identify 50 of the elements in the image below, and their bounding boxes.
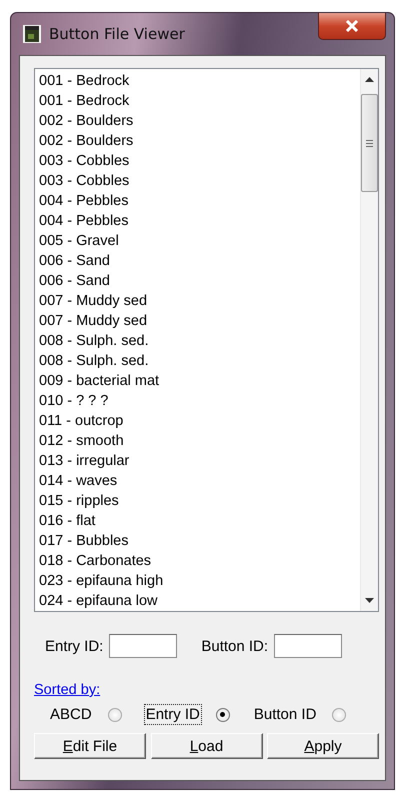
radio-button[interactable]	[216, 708, 230, 722]
scroll-thumb[interactable]	[361, 94, 378, 192]
list-item[interactable]: 003 - Cobbles	[39, 171, 356, 191]
list-item[interactable]: 017 - Bubbles	[39, 531, 356, 551]
list-item[interactable]: 006 - Sand	[39, 251, 356, 271]
scroll-up-icon[interactable]	[365, 77, 374, 82]
input-field[interactable]	[274, 634, 342, 658]
list-item[interactable]: 008 - Sulph. sed.	[39, 331, 356, 351]
list-item[interactable]: 016 - flat	[39, 511, 356, 531]
scroll-down-icon[interactable]	[365, 598, 374, 603]
push-button[interactable]: Edit File	[34, 733, 146, 759]
list-item[interactable]: 024 - epifauna low	[39, 591, 356, 611]
input-field[interactable]	[109, 634, 178, 658]
list-item[interactable]: 001 - Bedrock	[39, 91, 356, 111]
list-item[interactable]: 014 - waves	[39, 471, 356, 491]
radio-button[interactable]	[108, 708, 122, 722]
list-item[interactable]: 010 - ? ? ?	[39, 391, 356, 411]
list-item[interactable]: 003 - Cobbles	[39, 151, 356, 171]
scroll-bar[interactable]	[360, 69, 378, 611]
close-icon	[345, 20, 359, 32]
radio-label[interactable]: ABCD	[48, 704, 94, 725]
push-button[interactable]: Load	[150, 733, 262, 759]
list-item[interactable]: 011 - outcrop	[39, 411, 356, 431]
list-item[interactable]: 002 - Boulders	[39, 131, 356, 151]
list-item[interactable]: 004 - Pebbles	[39, 211, 356, 231]
list-item[interactable]: 018 - Carbonates	[39, 551, 356, 571]
list-item[interactable]: 001 - Bedrock	[39, 71, 356, 91]
field-label: Button ID:	[201, 638, 268, 654]
list-item[interactable]: 006 - Sand	[39, 271, 356, 291]
window-title: Button File Viewer	[49, 25, 185, 43]
field-label: Entry ID:	[45, 638, 104, 654]
radio-label[interactable]: Entry ID	[144, 704, 202, 725]
list-item[interactable]: 005 - Gravel	[39, 231, 356, 251]
list-box[interactable]	[34, 68, 379, 612]
push-button[interactable]: Apply	[267, 733, 379, 759]
list-item[interactable]: 023 - epifauna high	[39, 571, 356, 591]
list-item[interactable]: 007 - Muddy sed	[39, 311, 356, 331]
list-item[interactable]: 008 - Sulph. sed.	[39, 351, 356, 371]
list-item[interactable]: 012 - smooth	[39, 431, 356, 451]
list-item[interactable]: 004 - Pebbles	[39, 191, 356, 211]
sorted-by-link[interactable]: Sorted by:	[34, 682, 100, 698]
list-item[interactable]: 015 - ripples	[39, 491, 356, 511]
radio-button[interactable]	[332, 708, 346, 722]
list-item[interactable]: 009 - bacterial mat	[39, 371, 356, 391]
list-item[interactable]: 007 - Muddy sed	[39, 291, 356, 311]
list-item[interactable]: 013 - irregular	[39, 451, 356, 471]
app-icon	[23, 25, 41, 43]
radio-label[interactable]: Button ID	[252, 704, 318, 725]
list-item[interactable]: 002 - Boulders	[39, 111, 356, 131]
close-button[interactable]	[318, 13, 386, 40]
